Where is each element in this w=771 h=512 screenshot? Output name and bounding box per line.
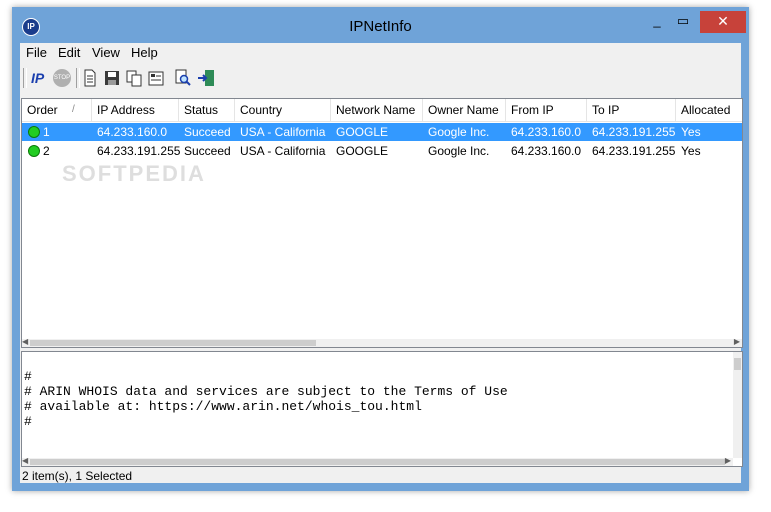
column-header-order[interactable]: Order / bbox=[22, 99, 92, 121]
cell-from-ip: 64.233.160.0 bbox=[511, 144, 582, 158]
cell-owner-name: Google Inc. bbox=[428, 125, 490, 139]
whois-line: # bbox=[24, 369, 32, 384]
text-horizontal-scrollbar[interactable]: ◀ ▶ bbox=[22, 456, 733, 466]
menu-view[interactable]: View bbox=[92, 45, 120, 60]
scroll-right-icon[interactable]: ▶ bbox=[734, 337, 740, 346]
cell-allocated: Yes bbox=[681, 125, 701, 139]
cell-country: USA - California bbox=[240, 144, 326, 158]
stop-icon[interactable]: STOP bbox=[53, 69, 71, 87]
properties-icon[interactable] bbox=[148, 69, 166, 87]
close-button[interactable]: ✕ bbox=[700, 11, 746, 33]
toolbar: IP STOP bbox=[20, 64, 741, 92]
scroll-thumb[interactable] bbox=[734, 358, 741, 370]
whois-text-pane[interactable]: # # ARIN WHOIS data and services are sub… bbox=[21, 351, 743, 467]
text-vertical-scrollbar[interactable] bbox=[733, 352, 742, 458]
minimize-button[interactable]: _ bbox=[644, 11, 670, 33]
cell-status: Succeed bbox=[184, 125, 231, 139]
cell-order: 2 bbox=[43, 144, 50, 158]
results-list[interactable]: Order / IP Address Status Country Networ… bbox=[21, 98, 743, 348]
cell-from-ip: 64.233.160.0 bbox=[511, 125, 582, 139]
scroll-right-icon[interactable]: ▶ bbox=[725, 456, 731, 465]
scroll-thumb[interactable] bbox=[30, 459, 725, 465]
menu-help[interactable]: Help bbox=[131, 45, 158, 60]
column-header-label: Order bbox=[27, 103, 58, 117]
column-header-ip-address[interactable]: IP Address bbox=[92, 99, 179, 121]
column-header-network-name[interactable]: Network Name bbox=[331, 99, 423, 121]
new-document-icon[interactable] bbox=[82, 69, 100, 87]
save-icon[interactable] bbox=[104, 69, 122, 87]
window-title: IPNetInfo bbox=[349, 18, 412, 35]
cell-to-ip: 64.233.191.255 bbox=[592, 144, 676, 158]
table-row[interactable]: 1 64.233.160.0 Succeed USA - California … bbox=[22, 123, 742, 141]
exit-icon[interactable] bbox=[197, 69, 215, 87]
status-text: 2 item(s), 1 Selected bbox=[22, 469, 133, 483]
scroll-left-icon[interactable]: ◀ bbox=[22, 456, 28, 465]
cell-network-name: GOOGLE bbox=[336, 144, 389, 158]
column-header-allocated[interactable]: Allocated bbox=[676, 99, 742, 121]
maximize-button[interactable]: ▭ bbox=[670, 11, 696, 33]
menu-edit[interactable]: Edit bbox=[58, 45, 80, 60]
status-bar: 2 item(s), 1 Selected bbox=[20, 468, 741, 483]
scroll-left-icon[interactable]: ◀ bbox=[22, 337, 28, 346]
cell-network-name: GOOGLE bbox=[336, 125, 389, 139]
cell-order: 1 bbox=[43, 125, 50, 139]
cell-country: USA - California bbox=[240, 125, 326, 139]
whois-line: # ARIN WHOIS data and services are subje… bbox=[24, 384, 508, 399]
toolbar-separator bbox=[76, 68, 80, 88]
ip-icon[interactable]: IP bbox=[31, 69, 49, 87]
menu-file[interactable]: File bbox=[26, 45, 47, 60]
main-window: IP IPNetInfo _ ▭ ✕ File Edit View Help I… bbox=[12, 7, 749, 491]
toolbar-grip[interactable] bbox=[23, 68, 27, 88]
list-header: Order / IP Address Status Country Networ… bbox=[22, 99, 742, 122]
copy-icon[interactable] bbox=[126, 69, 144, 87]
menu-bar: File Edit View Help bbox=[20, 43, 741, 62]
title-bar[interactable]: IP IPNetInfo _ ▭ ✕ bbox=[12, 7, 749, 43]
list-horizontal-scrollbar[interactable]: ◀ ▶ bbox=[22, 337, 742, 347]
cell-ip-address: 64.233.160.0 bbox=[97, 125, 168, 139]
cell-to-ip: 64.233.191.255 bbox=[592, 125, 676, 139]
find-icon[interactable] bbox=[175, 69, 193, 87]
column-header-status[interactable]: Status bbox=[179, 99, 235, 121]
client-area: File Edit View Help IP STOP Order / IP A… bbox=[20, 43, 743, 483]
cell-ip-address: 64.233.191.255 bbox=[97, 144, 181, 158]
cell-allocated: Yes bbox=[681, 144, 701, 158]
column-header-from-ip[interactable]: From IP bbox=[506, 99, 587, 121]
whois-line: # available at: https://www.arin.net/who… bbox=[24, 399, 422, 414]
whois-line: # bbox=[24, 414, 32, 429]
cell-owner-name: Google Inc. bbox=[428, 144, 490, 158]
column-header-country[interactable]: Country bbox=[235, 99, 331, 121]
watermark: SOFTPEDIA bbox=[62, 161, 206, 186]
sort-indicator-icon: / bbox=[72, 104, 75, 115]
table-row[interactable]: 2 64.233.191.255 Succeed USA - Californi… bbox=[22, 142, 742, 160]
column-header-to-ip[interactable]: To IP bbox=[587, 99, 676, 121]
cell-status: Succeed bbox=[184, 144, 231, 158]
scroll-thumb[interactable] bbox=[30, 340, 316, 346]
column-header-owner-name[interactable]: Owner Name bbox=[423, 99, 506, 121]
